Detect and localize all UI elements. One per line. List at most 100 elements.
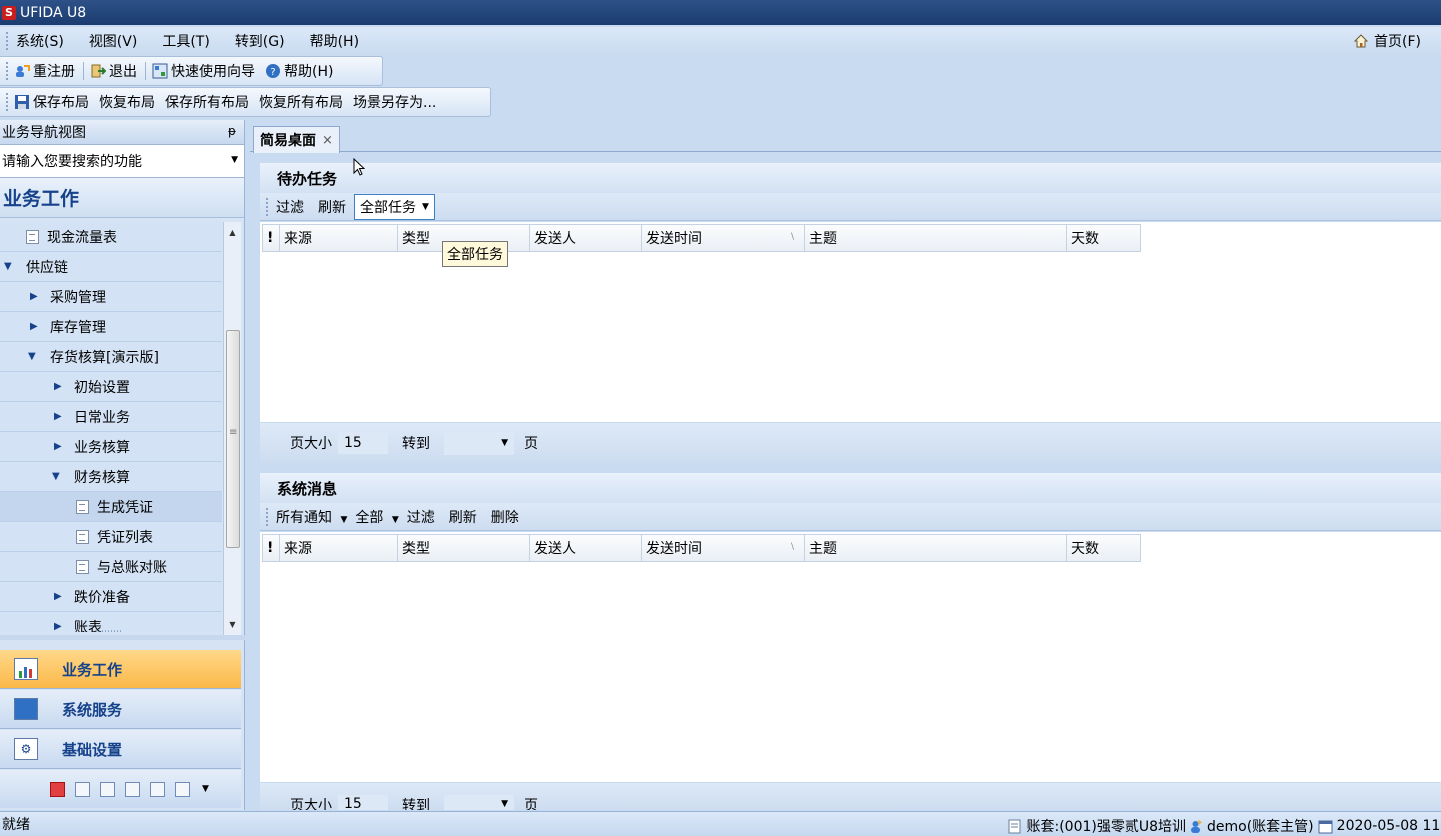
- home-button[interactable]: 首页(F): [1353, 31, 1421, 51]
- column-subject[interactable]: 主题: [805, 534, 1067, 562]
- tree-item-supply-chain[interactable]: ▼ 供应链: [0, 252, 222, 282]
- tree-item-voucher-list[interactable]: 凭证列表: [0, 522, 222, 552]
- column-priority[interactable]: !: [262, 224, 280, 252]
- scroll-thumb[interactable]: [226, 330, 240, 548]
- tab-simple-desktop[interactable]: 简易桌面 ×: [253, 126, 340, 153]
- goto-page-select[interactable]: ▼: [444, 795, 514, 810]
- function-search-input[interactable]: 请输入您要搜索的功能 ▼: [0, 145, 244, 178]
- exit-icon: [91, 64, 106, 78]
- tree-item-initial-setup[interactable]: ▶ 初始设置: [0, 372, 222, 402]
- chevron-down-icon[interactable]: ▼: [202, 784, 209, 794]
- tree-item-inventory-accounting[interactable]: ▼ 存货核算[演示版]: [0, 342, 222, 372]
- exit-label: 退出: [109, 64, 137, 80]
- todo-filter-button[interactable]: 过滤: [276, 197, 304, 217]
- menu-system[interactable]: 系统(S): [16, 31, 64, 51]
- collapsed-arrow-icon[interactable]: ▶: [54, 441, 68, 452]
- page-size-input[interactable]: 15: [338, 795, 388, 810]
- todo-pager: 页大小 15 转到 ▼ 页: [260, 423, 1441, 463]
- close-icon[interactable]: ×: [322, 133, 333, 148]
- menu-goto[interactable]: 转到(G): [235, 31, 285, 51]
- restore-layout-button[interactable]: 恢复布局: [99, 92, 155, 112]
- tree-item-purchase[interactable]: ▶ 采购管理: [0, 282, 222, 312]
- work-area: 简易桌面 × 待办任务 过滤 刷新 全部任务 ▼ ! 来源 类型 发送人 发送时…: [250, 120, 1441, 810]
- collapsed-arrow-icon[interactable]: ▶: [54, 621, 68, 632]
- column-subject[interactable]: 主题: [805, 224, 1067, 252]
- collapsed-arrow-icon[interactable]: ▶: [30, 321, 44, 332]
- column-source[interactable]: 来源: [280, 534, 398, 562]
- relogin-button[interactable]: 重注册: [14, 61, 75, 81]
- column-days[interactable]: 天数: [1067, 534, 1141, 562]
- exit-button[interactable]: 退出: [90, 61, 137, 81]
- tree-item-daily-business[interactable]: ▶ 日常业务: [0, 402, 222, 432]
- window-icon[interactable]: [150, 781, 165, 797]
- restore-all-layouts-button[interactable]: 恢复所有布局: [259, 92, 343, 112]
- pin-icon[interactable]: ᵽ: [228, 124, 236, 138]
- column-send-time[interactable]: 发送时间 \: [642, 224, 805, 252]
- scroll-down-icon[interactable]: ▼: [224, 616, 241, 633]
- messages-delete-button[interactable]: 删除: [491, 507, 519, 527]
- nav-header: 业务导航视图 ᵽ: [0, 120, 244, 145]
- tree-item-inventory[interactable]: ▶ 库存管理: [0, 312, 222, 342]
- tree-item-cash-flow[interactable]: 现金流量表: [0, 222, 222, 252]
- goto-page-select[interactable]: ▼: [444, 431, 514, 455]
- collapsed-arrow-icon[interactable]: ▶: [54, 381, 68, 392]
- account-icon: [1008, 819, 1021, 833]
- nav-splitter[interactable]: [0, 627, 245, 640]
- paint-icon[interactable]: [75, 781, 90, 797]
- all-dropdown[interactable]: 全部 ▼: [355, 507, 398, 527]
- nav-button-label: 基础设置: [62, 740, 123, 759]
- nav-tree: 现金流量表 ▼ 供应链 ▶ 采购管理 ▶ 库存管理 ▼ 存货核算[演示版] ▶ …: [0, 222, 222, 632]
- nav-section-title: 业务工作: [0, 178, 244, 218]
- messages-panel-title: 系统消息: [260, 473, 1441, 503]
- all-tasks-dropdown[interactable]: 全部任务 ▼: [354, 193, 435, 220]
- wizard-icon: [152, 63, 168, 79]
- tree-item-depreciation-reserve[interactable]: ▶ 跌价准备: [0, 582, 222, 612]
- scroll-up-icon[interactable]: ▲: [224, 224, 241, 241]
- tree-item-label: 采购管理: [50, 289, 106, 306]
- help-button[interactable]: ? 帮助(H): [265, 61, 333, 81]
- nav-button-business[interactable]: 业务工作: [0, 650, 241, 689]
- collapsed-arrow-icon[interactable]: ▶: [54, 591, 68, 602]
- title-bar: S UFIDA U8: [0, 0, 1441, 25]
- mail-icon[interactable]: [175, 781, 190, 797]
- menu-help[interactable]: 帮助(H): [310, 31, 359, 51]
- tree-item-business-accounting[interactable]: ▶ 业务核算: [0, 432, 222, 462]
- nav-scrollbar[interactable]: ▲ ▼: [223, 222, 241, 635]
- save-layout-button[interactable]: 保存布局: [14, 92, 89, 112]
- column-days[interactable]: 天数: [1067, 224, 1141, 252]
- nav-button-system-service[interactable]: 系统服务: [0, 690, 241, 729]
- chevron-down-icon[interactable]: ▼: [231, 155, 238, 165]
- expanded-arrow-icon[interactable]: ▼: [4, 261, 18, 272]
- expanded-arrow-icon[interactable]: ▼: [52, 471, 66, 482]
- messages-refresh-button[interactable]: 刷新: [449, 507, 477, 527]
- app-logo-icon: S: [2, 5, 16, 20]
- collapsed-arrow-icon[interactable]: ▶: [30, 291, 44, 302]
- user-icon: [1191, 819, 1203, 833]
- page-size-input[interactable]: 15: [338, 432, 388, 454]
- all-notices-dropdown[interactable]: 所有通知 ▼: [276, 507, 347, 527]
- column-priority[interactable]: !: [262, 534, 280, 562]
- tree-item-ledger-reconcile[interactable]: 与总账对账: [0, 552, 222, 582]
- wizard-button[interactable]: 快速使用向导: [152, 61, 255, 81]
- nav-button-basic-settings[interactable]: ⚙ 基础设置: [0, 730, 241, 769]
- menu-tools[interactable]: 工具(T): [162, 31, 209, 51]
- save-scene-as-button[interactable]: 场景另存为...: [353, 92, 436, 112]
- tree-item-generate-voucher[interactable]: 生成凭证: [0, 492, 222, 522]
- table-icon[interactable]: [100, 781, 115, 797]
- collapsed-arrow-icon[interactable]: ▶: [54, 411, 68, 422]
- nav-button-label: 系统服务: [62, 700, 123, 719]
- menu-view[interactable]: 视图(V): [89, 31, 138, 51]
- column-source[interactable]: 来源: [280, 224, 398, 252]
- messages-filter-button[interactable]: 过滤: [407, 507, 435, 527]
- business-nav-pane: 业务导航视图 ᵽ 请输入您要搜索的功能 ▼ 业务工作 现金流量表 ▼ 供应链 ▶…: [0, 120, 245, 810]
- save-all-layouts-button[interactable]: 保存所有布局: [165, 92, 249, 112]
- expanded-arrow-icon[interactable]: ▼: [28, 351, 42, 362]
- column-type[interactable]: 类型: [398, 534, 530, 562]
- column-send-time[interactable]: 发送时间 \: [642, 534, 805, 562]
- stop-icon[interactable]: [50, 781, 65, 797]
- org-chart-icon[interactable]: [125, 781, 140, 797]
- column-sender[interactable]: 发送人: [530, 224, 642, 252]
- todo-refresh-button[interactable]: 刷新: [318, 197, 346, 217]
- tree-item-financial-accounting[interactable]: ▼ 财务核算: [0, 462, 222, 492]
- column-sender[interactable]: 发送人: [530, 534, 642, 562]
